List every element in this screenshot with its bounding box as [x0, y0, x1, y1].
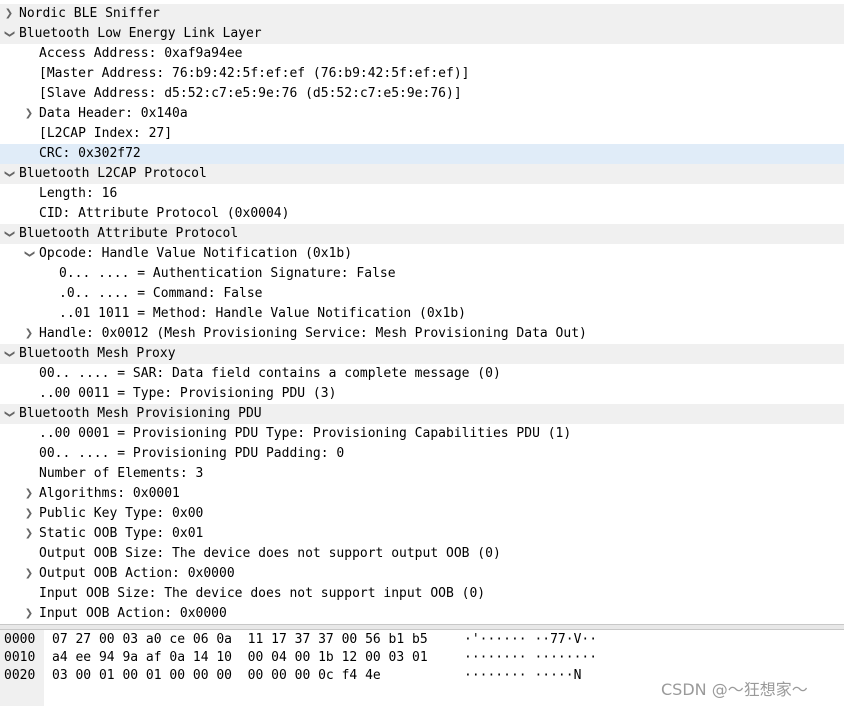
hex-ascii: ·'······ ··77·V··	[464, 632, 598, 647]
tree-field-text: Algorithms: 0x0001	[39, 486, 180, 501]
chevron-right-icon[interactable]: ❯	[24, 104, 34, 124]
protocol-header-row[interactable]: ❯ Nordic BLE Sniffer	[0, 4, 844, 24]
chevron-right-icon[interactable]: ❯	[24, 484, 34, 504]
packet-details-pane[interactable]: ❯ Nordic BLE Sniffer ❯ Bluetooth Low Energy…	[0, 4, 844, 624]
tree-field-text: ..00 0011 = Type: Provisioning PDU (3)	[39, 386, 337, 401]
tree-field-row[interactable]: ..00 0001 = Provisioning PDU Type: Provi…	[0, 424, 844, 444]
hex-ascii: ········ ········	[464, 650, 598, 665]
chevron-down-icon[interactable]: ❯	[0, 169, 19, 179]
protocol-header-row[interactable]: ❯ Bluetooth Low Energy Link Layer	[0, 24, 844, 44]
tree-field-text: 00.. .... = Provisioning PDU Padding: 0	[39, 446, 345, 461]
chevron-right-icon[interactable]: ❯	[24, 564, 34, 584]
tree-field-text: ..01 1011 = Method: Handle Value Notific…	[59, 306, 466, 321]
tree-field-text: [Slave Address: d5:52:c7:e5:9e:76 (d5:52…	[39, 86, 462, 101]
hex-offset: 0000	[4, 632, 36, 647]
hex-offset: 0020	[4, 668, 36, 683]
tree-field-text: 00.. .... = SAR: Data field contains a c…	[39, 366, 501, 381]
tree-field-row[interactable]: CRC: 0x302f72	[0, 144, 844, 164]
tree-field-row[interactable]: CID: Attribute Protocol (0x0004)	[0, 204, 844, 224]
tree-field-text: .0.. .... = Command: False	[59, 286, 263, 301]
tree-field-row[interactable]: Access Address: 0xaf9a94ee	[0, 44, 844, 64]
tree-field-text: Access Address: 0xaf9a94ee	[39, 46, 243, 61]
tree-field-row[interactable]: ❯ Handle: 0x0012 (Mesh Provisioning Servi…	[0, 324, 844, 344]
tree-field-text: Handle: 0x0012 (Mesh Provisioning Servic…	[39, 326, 587, 341]
tree-field-text: Static OOB Type: 0x01	[39, 526, 204, 541]
tree-field-row[interactable]: ..00 0011 = Type: Provisioning PDU (3)	[0, 384, 844, 404]
tree-field-text: CID: Attribute Protocol (0x0004)	[39, 206, 290, 221]
tree-field-text: Public Key Type: 0x00	[39, 506, 204, 521]
tree-field-row[interactable]: ❯ Public Key Type: 0x00	[0, 504, 844, 524]
chevron-down-icon[interactable]: ❯	[19, 249, 39, 259]
tree-field-row[interactable]: ..01 1011 = Method: Handle Value Notific…	[0, 304, 844, 324]
tree-field-text: Opcode: Handle Value Notification (0x1b)	[39, 246, 353, 261]
tree-field-text: ..00 0001 = Provisioning PDU Type: Provi…	[39, 426, 572, 441]
chevron-down-icon[interactable]: ❯	[0, 409, 19, 419]
tree-field-text: Output OOB Size: The device does not sup…	[39, 546, 501, 561]
tree-field-row[interactable]: [L2CAP Index: 27]	[0, 124, 844, 144]
tree-field-row[interactable]: ❯ Static OOB Type: 0x01	[0, 524, 844, 544]
tree-field-text: Input OOB Action: 0x0000	[39, 606, 227, 621]
tree-field-row[interactable]: ❯ Output OOB Action: 0x0000	[0, 564, 844, 584]
chevron-right-icon[interactable]: ❯	[24, 604, 34, 624]
tree-field-text: CRC: 0x302f72	[39, 146, 141, 161]
tree-field-text: Bluetooth L2CAP Protocol	[19, 166, 207, 181]
chevron-down-icon[interactable]: ❯	[0, 229, 19, 239]
tree-field-text: Input OOB Size: The device does not supp…	[39, 586, 486, 601]
tree-field-row[interactable]: Number of Elements: 3	[0, 464, 844, 484]
hex-offset: 0010	[4, 650, 36, 665]
tree-field-text: [L2CAP Index: 27]	[39, 126, 173, 141]
tree-field-row[interactable]: Length: 16	[0, 184, 844, 204]
tree-field-text: Number of Elements: 3	[39, 466, 204, 481]
tree-field-row[interactable]: Output OOB Size: The device does not sup…	[0, 544, 844, 564]
chevron-right-icon[interactable]: ❯	[24, 504, 34, 524]
tree-field-text: Bluetooth Low Energy Link Layer	[19, 26, 262, 41]
tree-field-row[interactable]: 00.. .... = SAR: Data field contains a c…	[0, 364, 844, 384]
hex-bytes: a4 ee 94 9a af 0a 14 10 00 04 00 1b 12 0…	[52, 650, 428, 665]
tree-field-row[interactable]: [Master Address: 76:b9:42:5f:ef:ef (76:b…	[0, 64, 844, 84]
chevron-right-icon[interactable]: ❯	[4, 4, 14, 24]
tree-field-text: Nordic BLE Sniffer	[19, 6, 160, 21]
protocol-header-row[interactable]: ❯ Bluetooth Mesh Proxy	[0, 344, 844, 364]
tree-field-row[interactable]: ❯ Opcode: Handle Value Notification (0x1b…	[0, 244, 844, 264]
tree-field-row[interactable]: ❯ Data Header: 0x140a	[0, 104, 844, 124]
tree-field-row[interactable]: 0... .... = Authentication Signature: Fa…	[0, 264, 844, 284]
hex-row[interactable]: 0000 07 27 00 03 a0 ce 06 0a 11 17 37 37 …	[0, 631, 844, 649]
chevron-right-icon[interactable]: ❯	[24, 324, 34, 344]
chevron-right-icon[interactable]: ❯	[24, 524, 34, 544]
chevron-down-icon[interactable]: ❯	[0, 349, 19, 359]
tree-field-text: Output OOB Action: 0x0000	[39, 566, 235, 581]
tree-field-row[interactable]: ❯ Algorithms: 0x0001	[0, 484, 844, 504]
tree-field-text: Length: 16	[39, 186, 118, 201]
tree-field-text: Data Header: 0x140a	[39, 106, 188, 121]
tree-field-row[interactable]: ❯ Input OOB Action: 0x0000	[0, 604, 844, 624]
protocol-header-row[interactable]: ❯ Bluetooth L2CAP Protocol	[0, 164, 844, 184]
tree-field-row[interactable]: Input OOB Size: The device does not supp…	[0, 584, 844, 604]
tree-field-row[interactable]: 00.. .... = Provisioning PDU Padding: 0	[0, 444, 844, 464]
tree-field-text: 0... .... = Authentication Signature: Fa…	[59, 266, 396, 281]
hex-bytes: 03 00 01 00 01 00 00 00 00 00 00 0c f4 4…	[52, 668, 381, 683]
hex-ascii: ········ ·····N	[464, 668, 582, 683]
tree-field-row[interactable]: [Slave Address: d5:52:c7:e5:9e:76 (d5:52…	[0, 84, 844, 104]
chevron-down-icon[interactable]: ❯	[0, 29, 19, 39]
hex-bytes: 07 27 00 03 a0 ce 06 0a 11 17 37 37 00 5…	[52, 632, 428, 647]
tree-field-text: Bluetooth Mesh Proxy	[19, 346, 176, 361]
tree-field-row[interactable]: .0.. .... = Command: False	[0, 284, 844, 304]
protocol-header-row[interactable]: ❯ Bluetooth Mesh Provisioning PDU	[0, 404, 844, 424]
protocol-header-row[interactable]: ❯ Bluetooth Attribute Protocol	[0, 224, 844, 244]
tree-field-text: Bluetooth Mesh Provisioning PDU	[19, 406, 262, 421]
tree-field-text: [Master Address: 76:b9:42:5f:ef:ef (76:b…	[39, 66, 470, 81]
watermark: CSDN @～狂想家～	[661, 680, 808, 699]
hex-row[interactable]: 0010 a4 ee 94 9a af 0a 14 10 00 04 00 1b …	[0, 649, 844, 667]
tree-field-text: Bluetooth Attribute Protocol	[19, 226, 239, 241]
